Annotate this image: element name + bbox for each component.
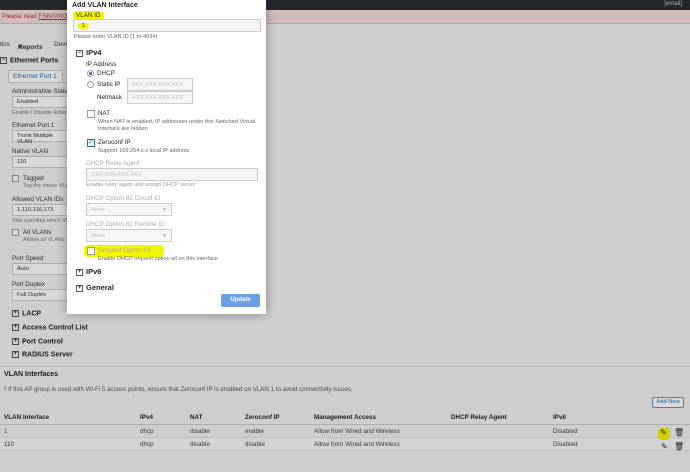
opt82-remote-select[interactable]: None ▼: [86, 229, 172, 242]
nat-label: NAT: [98, 110, 111, 117]
dhcp-relay-hint: Enable relay agent and assign DHCP serve…: [86, 182, 196, 188]
ip-address-label: IP Address: [86, 61, 117, 68]
vlan-id-input[interactable]: 1: [73, 19, 261, 32]
vlan-id-hint: Please enter VLAN ID (1 to 4094): [74, 34, 158, 40]
opt82-circuit-label: DHCP Option 82 Circuit ID: [86, 195, 161, 202]
add-vlan-modal: Add VLAN Interface VLAN ID 1 Please ente…: [67, 0, 266, 314]
dhcp-relay-input[interactable]: XXX.XXX.XXX.XXX: [86, 168, 258, 181]
opt82-remote-label: DHCP Option 82 Remote ID: [86, 221, 165, 228]
dhcp-relay-label: DHCP Relay Agent: [86, 160, 140, 167]
ipv4-section-label: IPv4: [86, 48, 102, 57]
zeroconf-label: Zeroconf IP: [98, 139, 131, 146]
nat-hint-1: When NAT is enabled, IP addresses under …: [98, 119, 256, 125]
collapse-icon: −: [76, 49, 83, 57]
request-option-hint: Enable DHCP request option all on this i…: [98, 256, 218, 262]
ipv6-section-header[interactable]: + IPv6: [76, 267, 101, 276]
static-ip-label: Static IP: [97, 81, 121, 88]
expand-icon: +: [76, 268, 83, 276]
modal-title: Add VLAN Interface: [72, 2, 138, 9]
general-section-header[interactable]: + General: [76, 283, 114, 292]
opt82-remote-value: None: [91, 233, 105, 239]
zeroconf-checkbox[interactable]: ✓: [87, 139, 95, 147]
opt82-circuit-select[interactable]: None ▼: [86, 203, 172, 216]
static-ip-radio[interactable]: [87, 81, 94, 88]
expand-icon: +: [76, 284, 83, 292]
opt82-circuit-value: None: [91, 207, 105, 213]
request-option-checkbox[interactable]: [87, 247, 95, 255]
nat-checkbox[interactable]: [87, 110, 95, 118]
zeroconf-hint: Support 169.254.x.x local IP address: [98, 148, 190, 154]
netmask-input[interactable]: XXX.XXX.XXX.XXX: [127, 91, 193, 104]
ipv4-section-header[interactable]: − IPv4: [76, 48, 101, 57]
dhcp-radio[interactable]: [87, 70, 94, 77]
static-ip-input[interactable]: XXX.XXX.XXX.XXX: [127, 78, 193, 91]
update-button[interactable]: Update: [221, 294, 260, 307]
ipv6-section-label: IPv6: [86, 267, 102, 276]
chevron-down-icon: ▼: [162, 233, 167, 239]
general-section-label: General: [86, 283, 114, 292]
netmask-label: Netmask: [97, 94, 122, 101]
chevron-down-icon: ▼: [162, 207, 167, 213]
nat-hint-2: Interface are hidden: [98, 126, 148, 132]
dhcp-label: DHCP: [97, 70, 115, 77]
request-option-label: Request Option All: [98, 247, 151, 254]
vlan-id-value: 1: [78, 23, 90, 29]
